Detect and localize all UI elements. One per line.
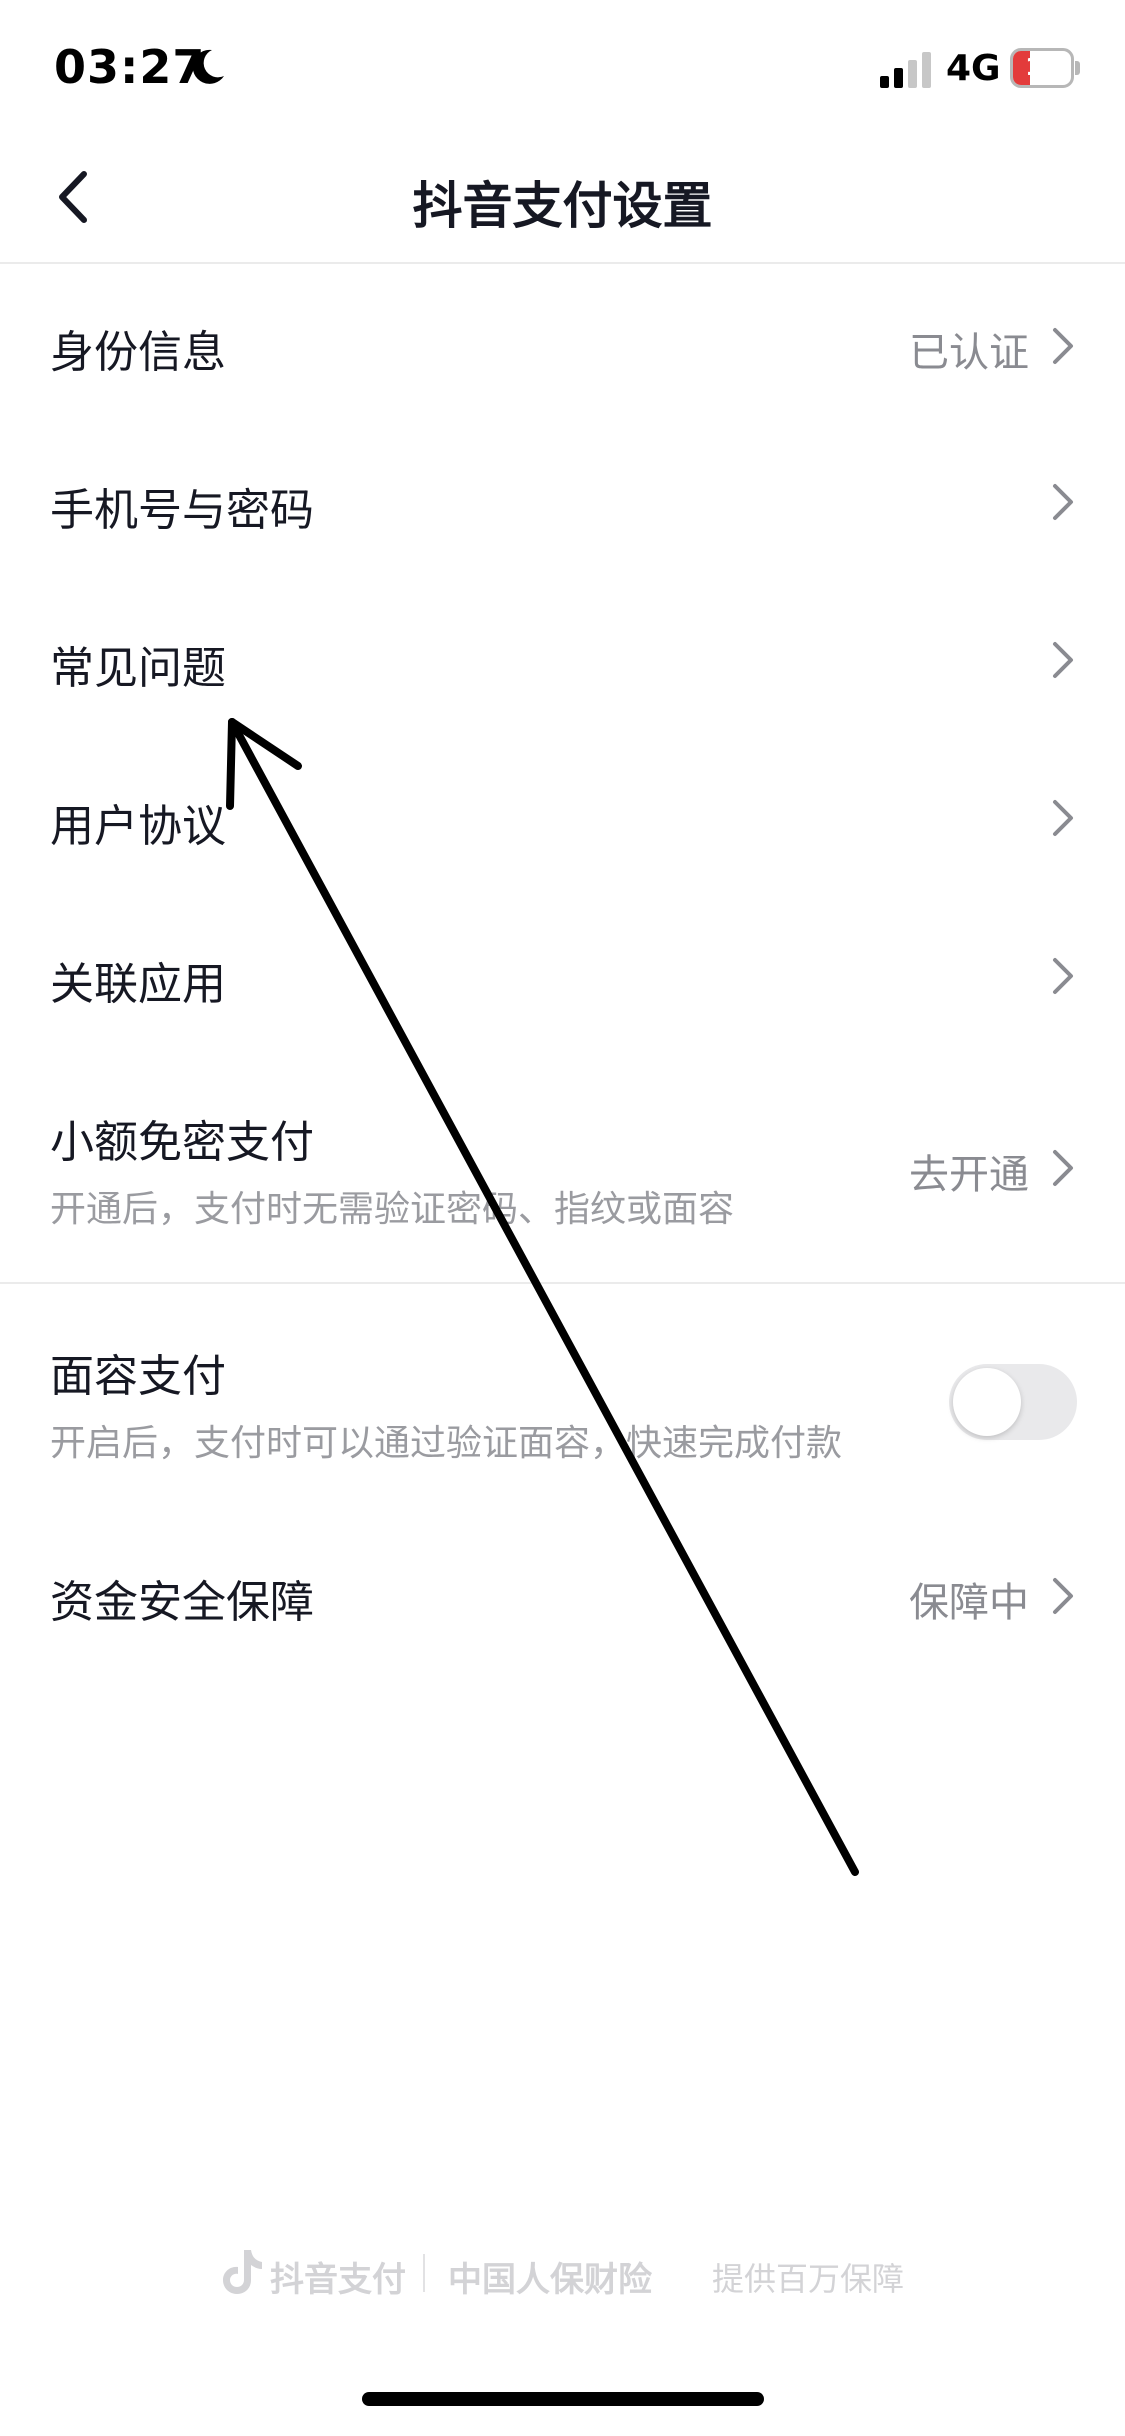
chevron-right-icon	[1053, 1150, 1073, 1186]
footer-tagline: 提供百万保障	[712, 2260, 905, 2298]
row-label: 手机号与密码	[50, 485, 314, 536]
row-value: 去开通	[909, 1152, 1029, 1198]
row-description: 开启后，支付时可以通过验证面容，快速完成付款	[50, 1423, 843, 1464]
row-value: 保障中	[909, 1580, 1029, 1626]
toggle-knob	[953, 1368, 1021, 1436]
row-identity-info[interactable]: 身份信息 已认证	[0, 266, 1125, 424]
chevron-right-icon	[1053, 328, 1073, 364]
chevron-right-icon	[1053, 484, 1073, 520]
footer-separator	[423, 2254, 425, 2292]
chevron-right-icon	[1053, 1578, 1073, 1614]
chevron-right-icon	[1053, 958, 1073, 994]
row-label: 面容支付	[50, 1351, 226, 1402]
row-label: 关联应用	[50, 959, 226, 1010]
footer-partner: 中国人保财险	[448, 2260, 652, 2300]
chevron-right-icon	[1053, 642, 1073, 678]
footer: 抖音支付 中国人保财险 提供百万保障	[0, 2240, 1125, 2304]
row-small-amount-payment[interactable]: 小额免密支付 开通后，支付时无需验证密码、指纹或面容 去开通	[0, 1056, 1125, 1282]
row-user-agreement[interactable]: 用户协议	[0, 740, 1125, 898]
face-pay-toggle[interactable]	[949, 1364, 1077, 1440]
page-title: 抖音支付设置	[412, 177, 713, 235]
row-label: 常见问题	[50, 643, 226, 694]
footer-brand: 抖音支付	[270, 2260, 406, 2300]
home-indicator	[362, 2392, 764, 2406]
row-value: 已认证	[909, 330, 1029, 376]
network-label: 4G	[946, 48, 1001, 89]
signal-icon	[880, 52, 931, 88]
status-time: 03:27	[54, 40, 206, 94]
battery-icon: 10	[1010, 48, 1080, 88]
row-description: 开通后，支付时无需验证密码、指纹或面容	[50, 1189, 735, 1230]
battery-level: 10	[1025, 53, 1059, 81]
row-label: 用户协议	[50, 801, 226, 852]
row-label: 资金安全保障	[50, 1577, 314, 1628]
tiktok-logo-icon	[223, 2250, 262, 2294]
row-face-pay: 面容支付 开启后，支付时可以通过验证面容，快速完成付款	[0, 1284, 1125, 1510]
nav-bar: 抖音支付设置	[0, 132, 1125, 264]
payment-settings-page: 03:27 4G 10 抖音支付设置 身份信息 已认证 手机号与密码 常见问题 …	[0, 0, 1125, 2436]
moon-icon	[192, 49, 224, 84]
chevron-right-icon	[1053, 800, 1073, 836]
status-bar: 03:27 4G 10	[0, 0, 1125, 132]
row-linked-apps[interactable]: 关联应用	[0, 898, 1125, 1056]
row-fund-security[interactable]: 资金安全保障 保障中	[0, 1510, 1125, 1680]
row-faq[interactable]: 常见问题	[0, 582, 1125, 740]
row-phone-password[interactable]: 手机号与密码	[0, 424, 1125, 582]
row-label: 身份信息	[50, 327, 226, 378]
row-label: 小额免密支付	[50, 1117, 314, 1168]
